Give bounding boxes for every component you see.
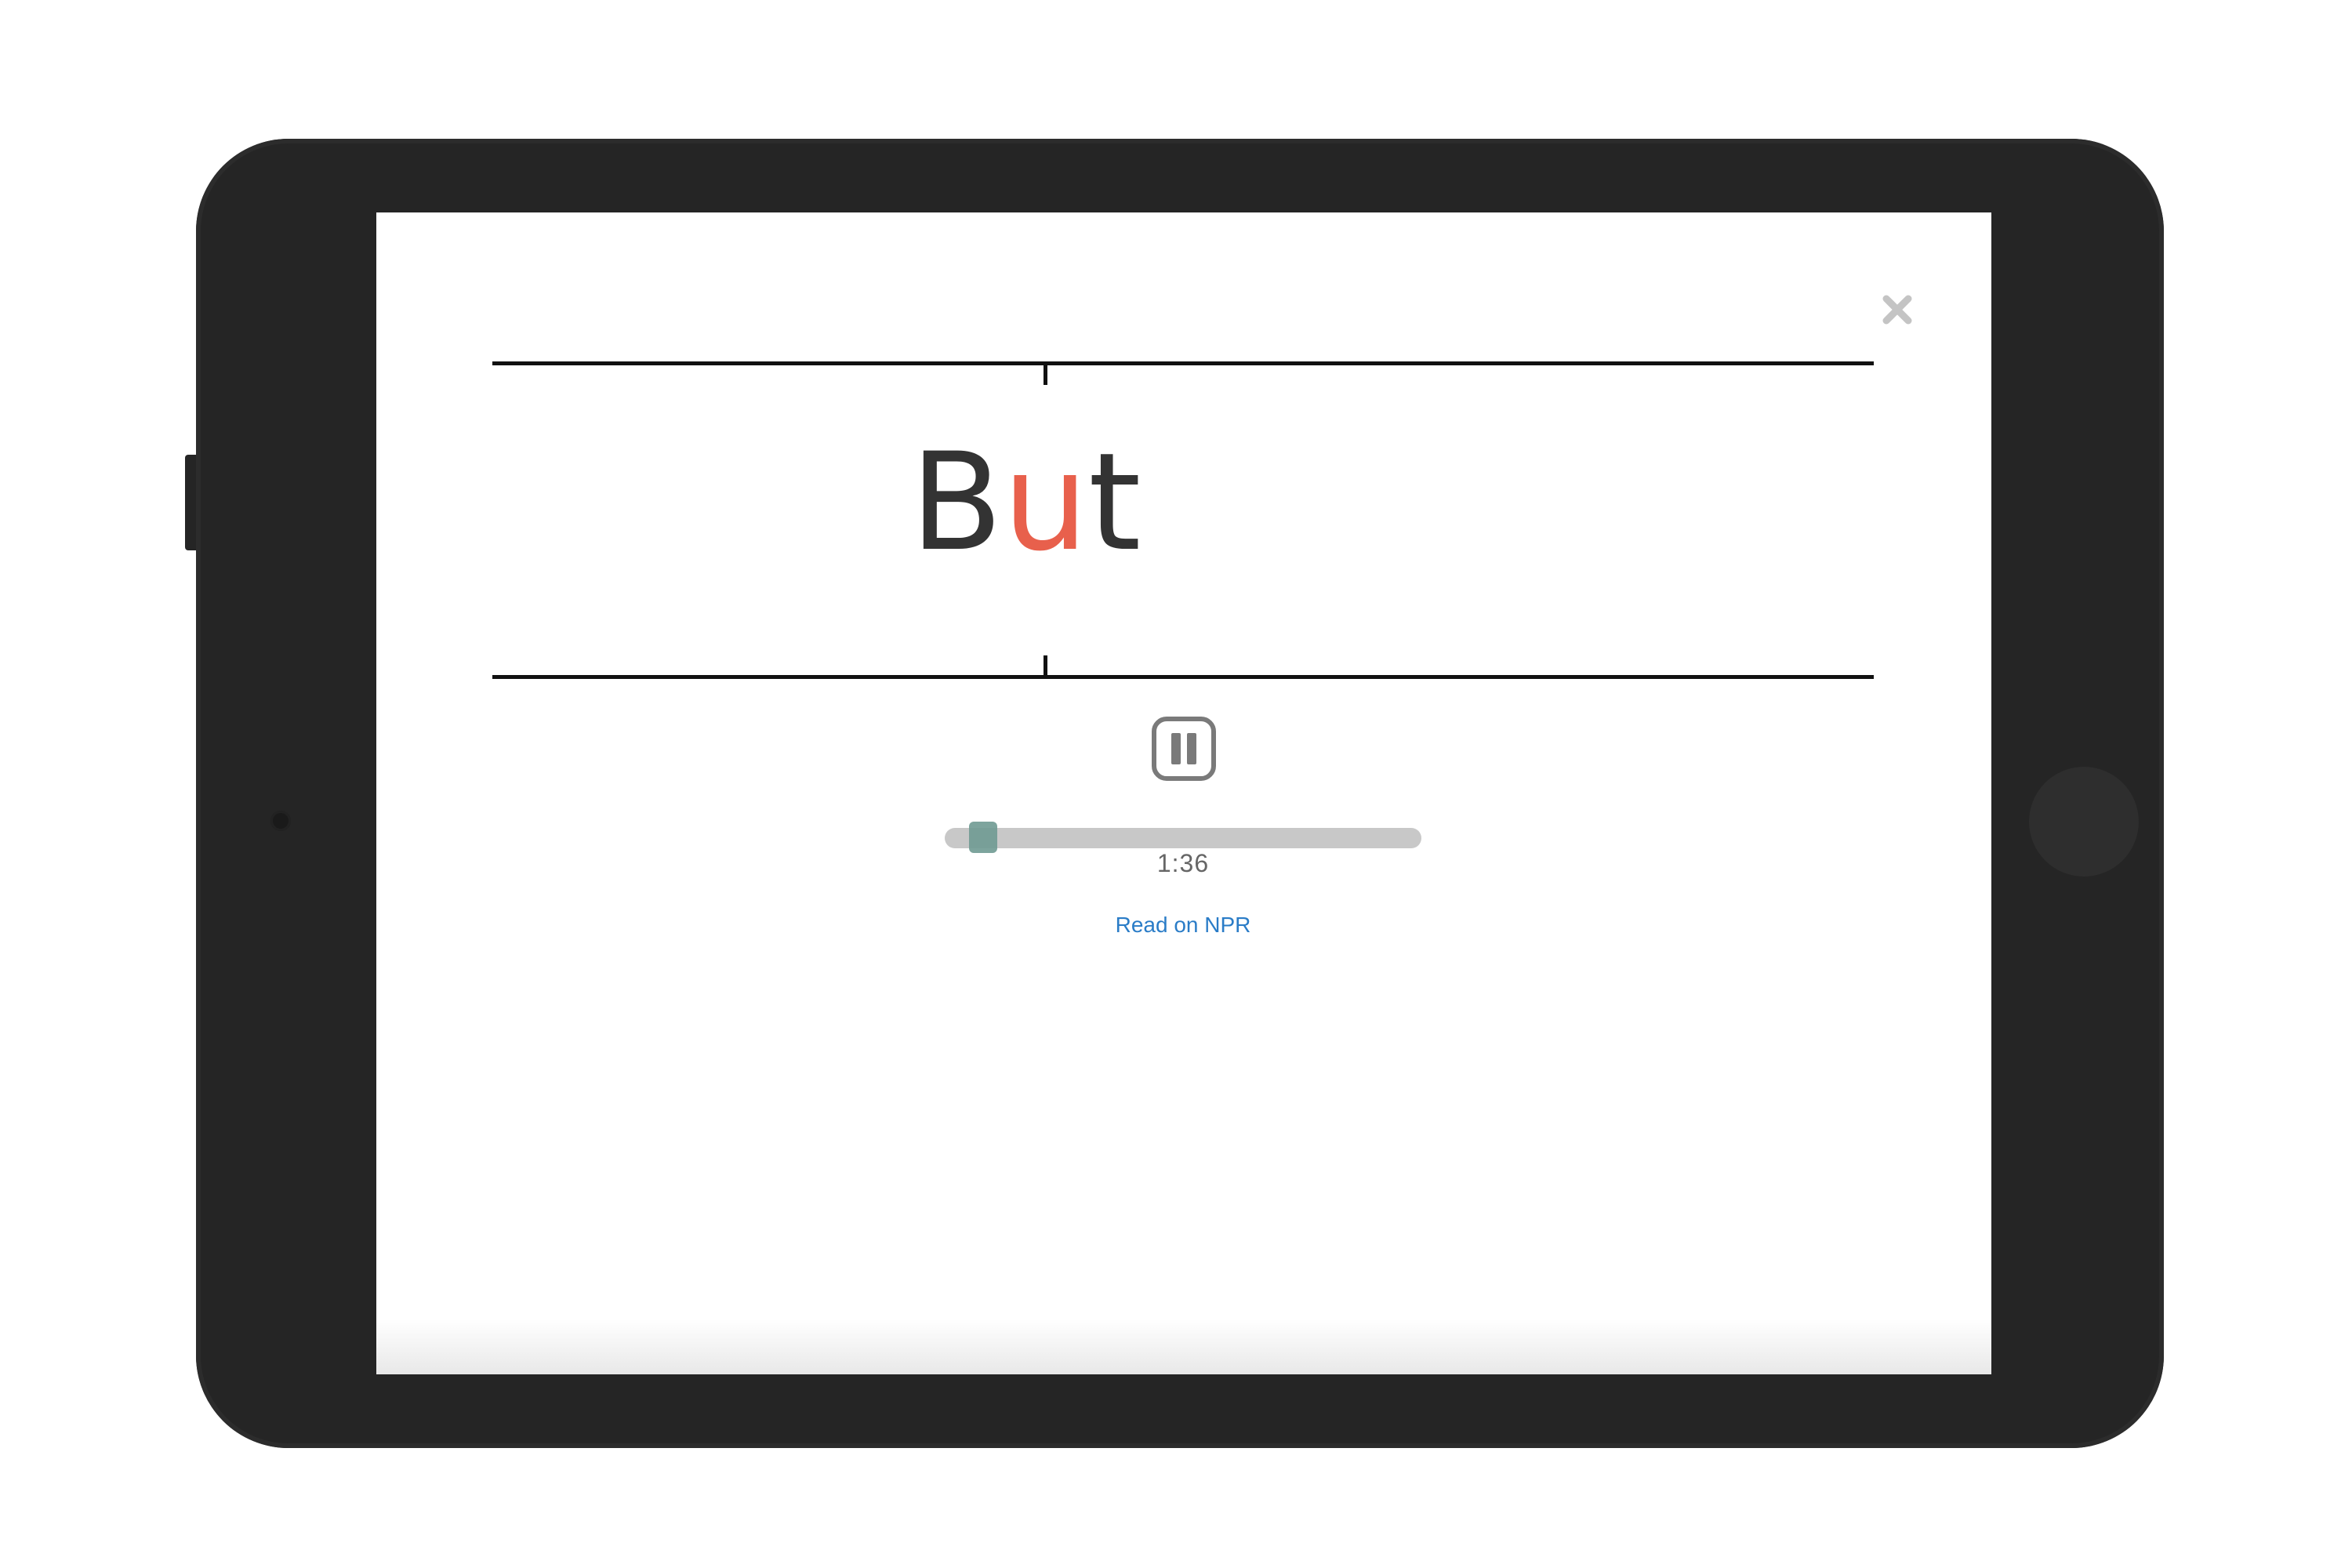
word-reader: But [492,361,1874,683]
current-word-text: But [910,432,1141,573]
word-before-focus: B [910,423,1003,581]
word-after-focus: t [1088,423,1142,581]
focus-marker-bottom [1044,655,1047,679]
elapsed-time: 1:36 [1156,849,1210,877]
current-word: But [492,432,1874,573]
reader-top-rule [492,361,1874,365]
tablet-home-button [2029,767,2139,877]
tablet-camera [270,811,291,831]
reader-bottom-rule [492,675,1874,679]
close-button[interactable] [1874,286,1921,333]
read-on-npr-link[interactable]: Read on NPR [945,913,1421,938]
pause-button[interactable] [1151,716,1217,782]
word-focus-letter: u [1003,423,1089,581]
pause-icon [1152,717,1216,781]
close-icon [1882,295,1912,325]
stage: But 1:36 Read on NPR [0,0,2352,1568]
progress-handle[interactable] [968,822,997,853]
app-screen: But 1:36 Read on NPR [376,212,1991,1374]
focus-marker-top [1044,361,1047,385]
playback-progress-bar[interactable] [945,822,1421,853]
